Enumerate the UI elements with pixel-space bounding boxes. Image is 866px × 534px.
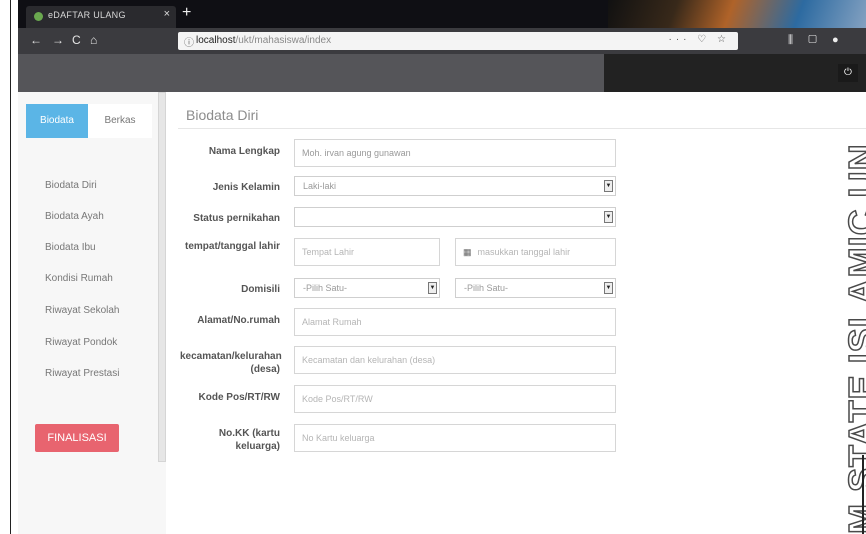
alamat-label: Alamat/No.rumah: [197, 315, 280, 326]
kode-pos-input[interactable]: Kode Pos/RT/RW: [294, 385, 616, 413]
no-kk-label: No.KK (kartu keluarga): [218, 428, 280, 452]
navigation-bar: ← → C ⌂ ⓘ localhost/ukt/mahasiswa/index …: [18, 28, 866, 54]
new-tab-icon[interactable]: +: [182, 4, 191, 22]
nama-lengkap-label: Nama Lengkap: [208, 146, 280, 157]
no-kk-input[interactable]: No Kartu keluarga: [294, 424, 616, 452]
close-icon[interactable]: ×: [164, 8, 170, 20]
watermark-line: [862, 455, 864, 534]
app-header-dark: [604, 54, 866, 92]
page-actions-icon[interactable]: ··· ♡ ☆: [669, 34, 730, 45]
sidebar-item-biodata-ibu[interactable]: Biodata Ibu: [45, 242, 96, 253]
chevron-down-icon: ▼: [604, 180, 613, 192]
page-border-line: [10, 0, 11, 534]
url-host: localhost: [196, 35, 236, 46]
site-info-icon[interactable]: ⓘ: [184, 34, 194, 49]
url-path: /ukt/mahasiswa/index: [235, 35, 332, 46]
sidebar-scrollbar[interactable]: [158, 92, 166, 462]
title-divider: [178, 128, 866, 129]
back-icon[interactable]: ←: [30, 33, 42, 47]
chevron-down-icon: ▼: [428, 282, 437, 294]
tab-berkas[interactable]: Berkas: [88, 104, 152, 138]
finalisasi-button[interactable]: FINALISASI: [35, 424, 119, 452]
tempat-tanggal-lahir-label: tempat/tanggal lahir: [184, 241, 280, 252]
favicon-icon: [34, 12, 43, 21]
sidebar-item-biodata-diri[interactable]: Biodata Diri: [45, 180, 97, 191]
tanggal-lahir-placeholder: masukkan tanggal lahir: [477, 247, 571, 257]
url-bar[interactable]: ⓘ localhost/ukt/mahasiswa/index ··· ♡ ☆: [178, 32, 738, 50]
kode-pos-label: Kode Pos/RT/RW: [198, 392, 280, 403]
calendar-icon: ▦: [463, 247, 472, 257]
page-title: Biodata Diri: [186, 107, 259, 123]
domisili-select-2-value: -Pilih Satu-: [464, 283, 509, 293]
screenshot-frame: eDAFTAR ULANG × + ← → C ⌂ ⓘ localhost/uk…: [0, 0, 866, 534]
tempat-lahir-input[interactable]: Tempat Lahir: [294, 238, 440, 266]
tab-biodata[interactable]: Biodata: [26, 104, 88, 138]
forward-icon[interactable]: →: [52, 33, 64, 47]
jenis-kelamin-value: Laki-laki: [303, 181, 337, 191]
kecamatan-label: kecamatan/kelurahan (desa): [180, 351, 282, 375]
jenis-kelamin-select[interactable]: Laki-laki ▼: [294, 176, 616, 196]
toolbar-icons[interactable]: ⫼ ▢ ●: [788, 34, 845, 47]
status-pernikahan-label: Status pernikahan: [193, 213, 280, 224]
status-pernikahan-select[interactable]: ▼: [294, 207, 616, 227]
sidebar-item-riwayat-sekolah[interactable]: Riwayat Sekolah: [45, 305, 119, 316]
domisili-select-1-value: -Pilih Satu-: [303, 283, 348, 293]
tab-title: eDAFTAR ULANG: [48, 10, 126, 20]
domisili-select-1[interactable]: -Pilih Satu- ▼: [294, 278, 440, 298]
browser-tab[interactable]: eDAFTAR ULANG ×: [26, 6, 176, 28]
sidebar-item-kondisi-rumah[interactable]: Kondisi Rumah: [45, 273, 113, 284]
jenis-kelamin-label: Jenis Kelamin: [212, 182, 280, 193]
reload-icon[interactable]: C: [72, 33, 81, 47]
nama-lengkap-input[interactable]: Moh. irvan agung gunawan: [294, 139, 616, 167]
chevron-down-icon: ▼: [604, 211, 613, 223]
sidebar-item-biodata-ayah[interactable]: Biodata Ayah: [45, 211, 104, 222]
tanggal-lahir-input[interactable]: ▦ masukkan tanggal lahir: [455, 238, 616, 266]
domisili-select-2[interactable]: -Pilih Satu- ▼: [455, 278, 616, 298]
power-icon[interactable]: ⏻: [838, 64, 858, 82]
kecamatan-input[interactable]: Kecamatan dan kelurahan (desa): [294, 346, 616, 374]
chevron-down-icon: ▼: [604, 282, 613, 294]
url-text: localhost/ukt/mahasiswa/index: [196, 35, 331, 46]
sidebar-item-riwayat-pondok[interactable]: Riwayat Pondok: [45, 337, 117, 348]
sidebar-item-riwayat-prestasi[interactable]: Riwayat Prestasi: [45, 368, 119, 379]
domisili-label: Domisili: [241, 284, 280, 295]
browser-window: eDAFTAR ULANG × + ← → C ⌂ ⓘ localhost/uk…: [18, 0, 866, 534]
alamat-input[interactable]: Alamat Rumah: [294, 308, 616, 336]
home-icon[interactable]: ⌂: [90, 33, 97, 47]
